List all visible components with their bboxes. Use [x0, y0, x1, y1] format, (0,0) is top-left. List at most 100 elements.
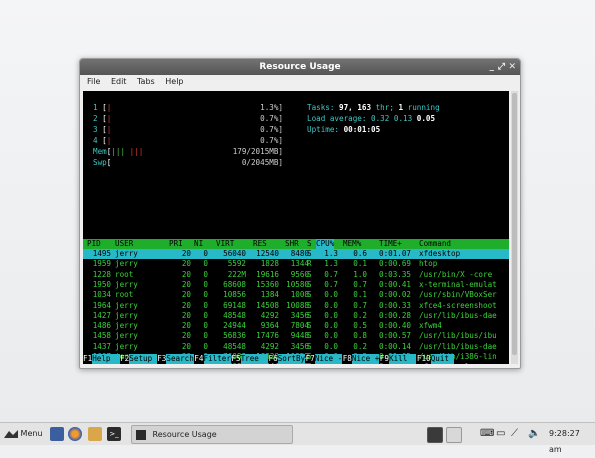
cell-cpu: 0.0 — [324, 290, 338, 300]
col-pri[interactable]: PRI — [169, 239, 183, 249]
clock[interactable]: 9:28:27 am — [549, 426, 595, 454]
process-row[interactable]: 1486 jerry 20 0 24944 9364 7804 S 0.0 0.5 0:00.40 x… — [83, 321, 509, 331]
fkey-label[interactable]: Nice - — [314, 354, 343, 364]
fkey-f5[interactable]: F5 — [231, 354, 240, 364]
process-row[interactable]: 1964 jerry 20 0 69148 14508 10088 S 0.0 0.7 0:00.3… — [83, 301, 509, 311]
cell-pri: 20 — [181, 249, 191, 258]
fkey-f3[interactable]: F3 — [157, 354, 166, 364]
file-manager-icon[interactable] — [50, 427, 64, 441]
cell-mem: 0.7 — [353, 279, 367, 289]
menu-tabs[interactable]: Tabs — [137, 77, 155, 86]
terminal-window[interactable]: Resource Usage _ ⤢ ✕ File Edit Tabs Help… — [79, 58, 521, 369]
cell-ni: 0 — [203, 341, 208, 351]
fkey-label[interactable]: Nice + — [351, 354, 380, 364]
terminal-scrollbar[interactable] — [511, 91, 518, 364]
battery-icon[interactable]: ▭ — [496, 426, 505, 442]
menu-help[interactable]: Help — [165, 77, 183, 86]
col-pid[interactable]: PID — [87, 239, 101, 249]
close-button[interactable]: ✕ — [508, 59, 516, 75]
cell-res: 17476 — [256, 331, 279, 341]
process-table-header[interactable]: PID USER PRI NI VIRT RES SHR S CPU% MEM%… — [83, 239, 509, 249]
maximize-button[interactable]: ⤢ — [498, 59, 505, 75]
fkey-label[interactable]: Tree — [240, 354, 269, 364]
cell-state: S — [307, 279, 312, 289]
col-time[interactable]: TIME+ — [379, 239, 402, 249]
minimize-button[interactable]: _ — [490, 59, 495, 75]
cell-state: S — [307, 300, 312, 310]
process-row[interactable]: 1458 jerry 20 0 56836 17476 9448 S 0.0 0.8 0:00.57… — [83, 331, 509, 341]
col-command[interactable]: Command — [419, 239, 451, 249]
col-user[interactable]: USER — [115, 239, 133, 249]
process-row[interactable]: 1034 root 20 0 10856 1384 1008 S 0.0 0.1 0:00.02/u… — [83, 290, 509, 300]
cell-command: /usr/sbin/VBoxSer — [419, 290, 497, 300]
col-mem[interactable]: MEM% — [343, 239, 361, 249]
cell-pid: 1034 — [92, 290, 111, 300]
scrollbar-thumb[interactable] — [512, 93, 517, 355]
process-row[interactable]: 1950 jerry 20 0 68608 15360 10580 S 0.7 0.7 0:00.4… — [83, 280, 509, 290]
process-row[interactable]: 1228 root 20 0 222M 19616 9560 S 0.7 1.0 0:03.35/u… — [83, 270, 509, 280]
keyboard-icon[interactable]: ⌨ — [480, 426, 494, 442]
col-cpu[interactable]: CPU% — [316, 239, 335, 249]
cell-state: S — [307, 321, 312, 331]
col-shr[interactable]: SHR — [285, 239, 299, 249]
taskbar-task-resource-usage[interactable]: Resource Usage — [131, 425, 293, 444]
fkey-label[interactable]: Quit — [430, 354, 454, 364]
network-icon[interactable]: ⟋ — [511, 426, 518, 442]
function-key-bar: F1 Help F2 Setup F3 Search F4 Filter F5 Tree F6… — [83, 354, 509, 364]
fkey-label[interactable]: Kill — [389, 354, 417, 364]
fkey-f1[interactable]: F1 — [83, 354, 92, 364]
home-folder-icon[interactable] — [88, 427, 102, 441]
fkey-label[interactable]: Setup — [129, 354, 157, 364]
menu-edit[interactable]: Edit — [111, 77, 127, 86]
cell-shr: 10580 — [286, 279, 309, 289]
col-virt[interactable]: VIRT — [216, 239, 234, 249]
cell-user: jerry — [115, 341, 138, 351]
cell-cpu: 0.0 — [324, 300, 338, 310]
cell-time: 0:00.40 — [379, 321, 412, 331]
terminal-area[interactable]: 1 [| 2 [| 3 [| 4 [| Mem[||| ||| Swp[ 1.3… — [83, 91, 509, 364]
workspace-2-icon[interactable] — [446, 427, 462, 443]
cell-res: 14508 — [256, 300, 279, 310]
cell-pri: 20 — [181, 300, 191, 310]
cell-cpu: 0.0 — [324, 321, 338, 331]
firefox-icon[interactable] — [68, 427, 82, 441]
volume-icon[interactable]: 🔈 — [528, 426, 540, 442]
fkey-f8[interactable]: F8 — [343, 354, 352, 364]
fkey-label[interactable]: SortBy — [277, 354, 306, 364]
menu-file[interactable]: File — [87, 77, 100, 86]
cell-shr: 1344 — [290, 259, 309, 269]
menu-button[interactable]: Menu — [4, 426, 43, 442]
cell-pri: 20 — [181, 269, 191, 279]
fkey-f7[interactable]: F7 — [306, 354, 315, 364]
cell-ni: 0 — [203, 269, 208, 279]
cell-res: 15360 — [256, 279, 279, 289]
swap-value: 0/2045MB] — [241, 158, 283, 167]
cell-time: 0:00.02 — [379, 290, 412, 300]
cell-pri: 20 — [181, 259, 191, 269]
cell-pid: 1950 — [92, 279, 111, 289]
fkey-f6[interactable]: F6 — [269, 354, 278, 364]
process-row[interactable]: 1437 jerry 20 0 48548 4292 3456 S 0.0 0.2 0:00.14 /… — [83, 342, 509, 352]
mem-meter: Mem[||| ||| — [93, 147, 144, 156]
fkey-f2[interactable]: F2 — [120, 354, 129, 364]
process-row[interactable]: 1959 jerry 20 0 5592 1828 1344 R 1.3 0.1 0:00.69 ht… — [83, 259, 509, 269]
process-row[interactable]: 1495 jerry 20 0 56040 12540 8480 S 1.3 0.6 0:01.07… — [83, 249, 509, 259]
cell-command: /usr/bin/X -core — [419, 269, 493, 279]
col-state[interactable]: S — [307, 239, 312, 249]
terminal-launcher-icon[interactable]: >_ — [107, 427, 121, 441]
cell-mem: 0.1 — [353, 290, 367, 300]
fkey-label[interactable]: Search — [166, 354, 194, 364]
fkey-label[interactable]: Help — [92, 354, 120, 364]
process-row[interactable]: 1427 jerry 20 0 48548 4292 3456 S 0.0 0.2 0:00.28 /… — [83, 311, 509, 321]
fkey-label[interactable]: Filter — [203, 354, 231, 364]
fkey-f4[interactable]: F4 — [194, 354, 203, 364]
window-titlebar[interactable]: Resource Usage _ ⤢ ✕ — [80, 59, 520, 75]
cell-shr: 7804 — [290, 321, 309, 331]
fkey-f10[interactable]: F10 — [417, 354, 431, 364]
fkey-f9[interactable]: F9 — [380, 354, 389, 364]
col-res[interactable]: RES — [253, 239, 267, 249]
cell-pri: 20 — [181, 321, 191, 331]
cell-command: x-terminal-emulat — [419, 279, 497, 289]
col-ni[interactable]: NI — [194, 239, 203, 249]
workspace-1-icon[interactable] — [427, 427, 443, 443]
